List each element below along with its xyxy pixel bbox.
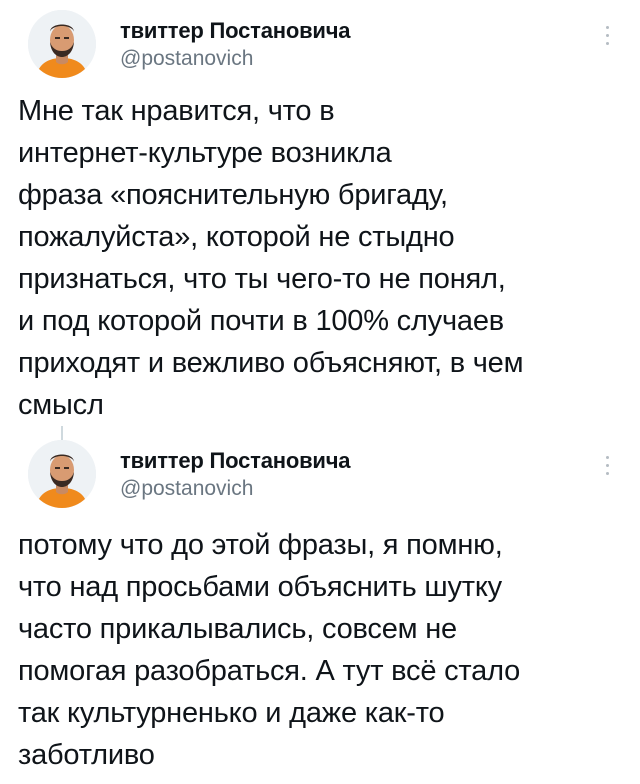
avatar[interactable]: [28, 440, 96, 508]
tweet[interactable]: твиттер Постановича @postanovich Мне так…: [0, 0, 640, 421]
author-handle[interactable]: @postanovich: [120, 47, 253, 71]
tweet-text-line: приходят и вежливо объясняют, в чем: [18, 347, 524, 379]
tweet-text-line: интернет-культуре возникла: [18, 137, 392, 169]
author-name[interactable]: твиттер Постановича: [120, 18, 351, 44]
tweet-text-line: Мне так нравится, что в: [18, 95, 335, 127]
tweet-text-line: заботливо: [18, 739, 155, 771]
tweet-text: Мне так нравится, что в интернет-культур…: [18, 90, 624, 426]
author-handle[interactable]: @postanovich: [120, 477, 253, 501]
tweet-text-line: пожалуйста», которой не стыдно: [18, 221, 455, 253]
person-avatar-icon: [28, 10, 96, 78]
tweet-text-line: часто прикалывались, совсем не: [18, 613, 457, 645]
tweet-text-line: фраза «пояснительную бригаду,: [18, 179, 448, 211]
person-avatar-icon: [28, 440, 96, 508]
vertical-dots-icon[interactable]: [602, 26, 612, 54]
author-name[interactable]: твиттер Постановича: [120, 448, 351, 474]
tweet[interactable]: твиттер Постановича @postanovich потому …: [0, 428, 640, 784]
tweet-text-line: так культурненько и даже как-то: [18, 697, 445, 729]
tweet-header: твиттер Постановича @postanovich: [28, 10, 618, 88]
tweet-text-line: и под которой почти в 100% случаев: [18, 305, 504, 337]
tweet-text-line: смысл: [18, 389, 104, 421]
avatar[interactable]: [28, 10, 96, 78]
tweet-text-line: что над просьбами объяснить шутку: [18, 571, 502, 603]
tweet-header: твиттер Постановича @postanovich: [28, 440, 618, 518]
tweet-text-line: признаться, что ты чего-то не понял,: [18, 263, 506, 295]
tweet-text: потому что до этой фразы, я помню, что н…: [18, 524, 624, 776]
tweet-text-line: помогая разобраться. А тут всё стало: [18, 655, 521, 687]
vertical-dots-icon[interactable]: [602, 456, 612, 484]
tweet-text-line: потому что до этой фразы, я помню,: [18, 529, 503, 561]
